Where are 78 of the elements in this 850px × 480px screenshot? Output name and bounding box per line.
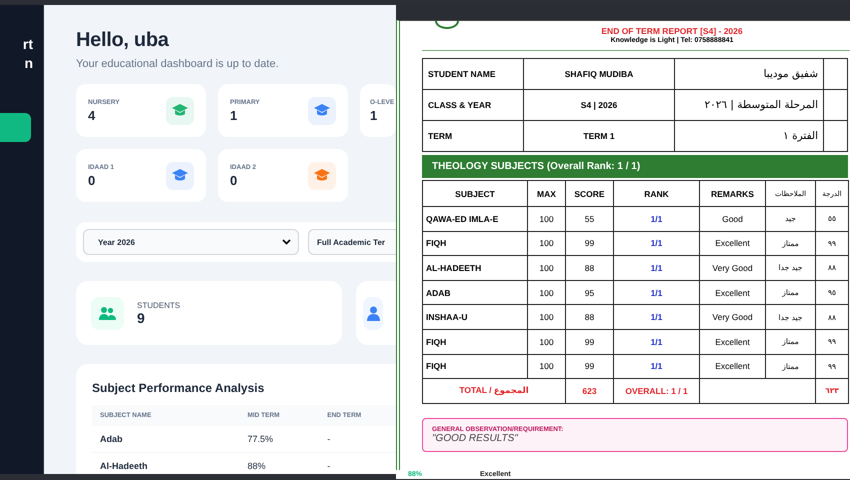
table-cell: 623 xyxy=(566,378,614,404)
table-cell: 99 xyxy=(566,231,614,256)
table-cell: Very Good xyxy=(700,256,766,280)
table-cell: S4 | 2026 xyxy=(524,90,674,120)
table-cell: STUDENT NAME xyxy=(422,58,524,90)
table-cell: Adab xyxy=(92,426,240,452)
level-count: 0 xyxy=(230,172,238,188)
level-count: 1 xyxy=(230,108,238,122)
column-header: MAX xyxy=(528,180,566,206)
section-banner: THEOLOGY SUBJECTS (Overall Rank: 1 / 1) xyxy=(422,155,848,178)
table-cell: 1/1 xyxy=(614,231,700,256)
people-icon xyxy=(99,306,116,320)
table-cell: ADAB xyxy=(422,280,528,305)
table-cell: Excellent xyxy=(700,280,766,305)
table-cell: 100 xyxy=(528,304,566,330)
table-cell: Very Good xyxy=(700,304,766,330)
chevron-down-icon xyxy=(282,239,291,245)
table-cell: 100 xyxy=(528,280,566,305)
table-cell: المرحلة المتوسطة | ٢٠٢٦ xyxy=(674,90,824,120)
stat-value: 9 xyxy=(137,310,146,326)
table-cell: 88% xyxy=(239,452,320,474)
table-cell: FIQH xyxy=(422,354,528,379)
person-icon xyxy=(366,306,380,320)
table-cell: 88 xyxy=(566,304,614,330)
table-cell: FIQH xyxy=(422,231,528,256)
column-header: REMARKS xyxy=(700,180,766,206)
emblem-icon xyxy=(434,21,460,29)
brand-text: n xyxy=(23,54,34,73)
table-cell: 1/1 xyxy=(614,304,700,330)
table-cell: Excellent xyxy=(700,354,766,379)
report-title: END OF TERM REPORT [S4] - 2026 xyxy=(601,26,743,36)
nav-button[interactable] xyxy=(0,113,31,142)
table-cell: 77.5% xyxy=(239,426,320,452)
level-count: 0 xyxy=(88,172,96,188)
table-cell: 1/1 xyxy=(614,256,700,280)
brand-text: rt xyxy=(22,35,34,54)
observation-text: "GOOD RESULTS" xyxy=(432,432,520,444)
table-cell: 99 xyxy=(566,354,614,379)
level-count: 4 xyxy=(88,108,96,122)
table-cell: 88 xyxy=(566,256,614,280)
table-cell: 99 xyxy=(566,329,614,354)
table-cell: 100 xyxy=(528,206,566,232)
table-cell: 100 xyxy=(528,329,566,354)
column-header: SCORE xyxy=(566,180,614,206)
table-cell: 1/1 xyxy=(614,206,700,232)
table-cell: CLASS & YEAR xyxy=(422,90,524,120)
table-cell: FIQH xyxy=(422,329,528,354)
select-field[interactable]: Year 2026 xyxy=(83,229,299,255)
table-cell: TERM xyxy=(422,120,524,152)
level-count: 1 xyxy=(370,108,378,122)
table-cell: 100 xyxy=(528,354,566,379)
table-cell: Al-Hadeeth xyxy=(92,452,240,474)
table-cell: 100 xyxy=(528,231,566,256)
table-cell: Good xyxy=(700,206,766,232)
greeting-heading: Hello, uba xyxy=(76,29,169,52)
table-cell: AL-HADEETH xyxy=(422,256,528,280)
subtitle-text: Your educational dashboard is up to date. xyxy=(76,58,279,70)
table-cell: Excellent xyxy=(700,329,766,354)
column-header: RANK xyxy=(614,180,700,206)
table-cell: 95 xyxy=(566,280,614,305)
select-field[interactable]: Full Academic Ter xyxy=(308,229,396,255)
stat-label: STUDENTS xyxy=(137,300,180,310)
table-cell: OVERALL: 1 / 1 xyxy=(614,378,700,404)
table-cell: 1/1 xyxy=(614,280,700,305)
table-cell: شفيق موديبا xyxy=(674,58,824,90)
table-cell: QAWA-ED IMLA-E xyxy=(422,206,528,232)
table-cell: INSHAA-U xyxy=(422,304,528,330)
table-cell: 1/1 xyxy=(614,329,700,354)
column-header: SUBJECT xyxy=(422,180,528,206)
table-cell: الفترة ١ xyxy=(674,120,824,152)
table-cell: 55 xyxy=(566,206,614,232)
table-cell: SHAFIQ MUDIBA xyxy=(524,58,674,90)
table-cell: 1/1 xyxy=(614,354,700,379)
section-heading: Subject Performance Analysis xyxy=(92,381,264,395)
table-cell: TERM 1 xyxy=(524,120,674,152)
table-cell: TOTAL / المجموع xyxy=(422,378,566,404)
table-cell: Excellent xyxy=(700,231,766,256)
table-cell: 100 xyxy=(528,256,566,280)
